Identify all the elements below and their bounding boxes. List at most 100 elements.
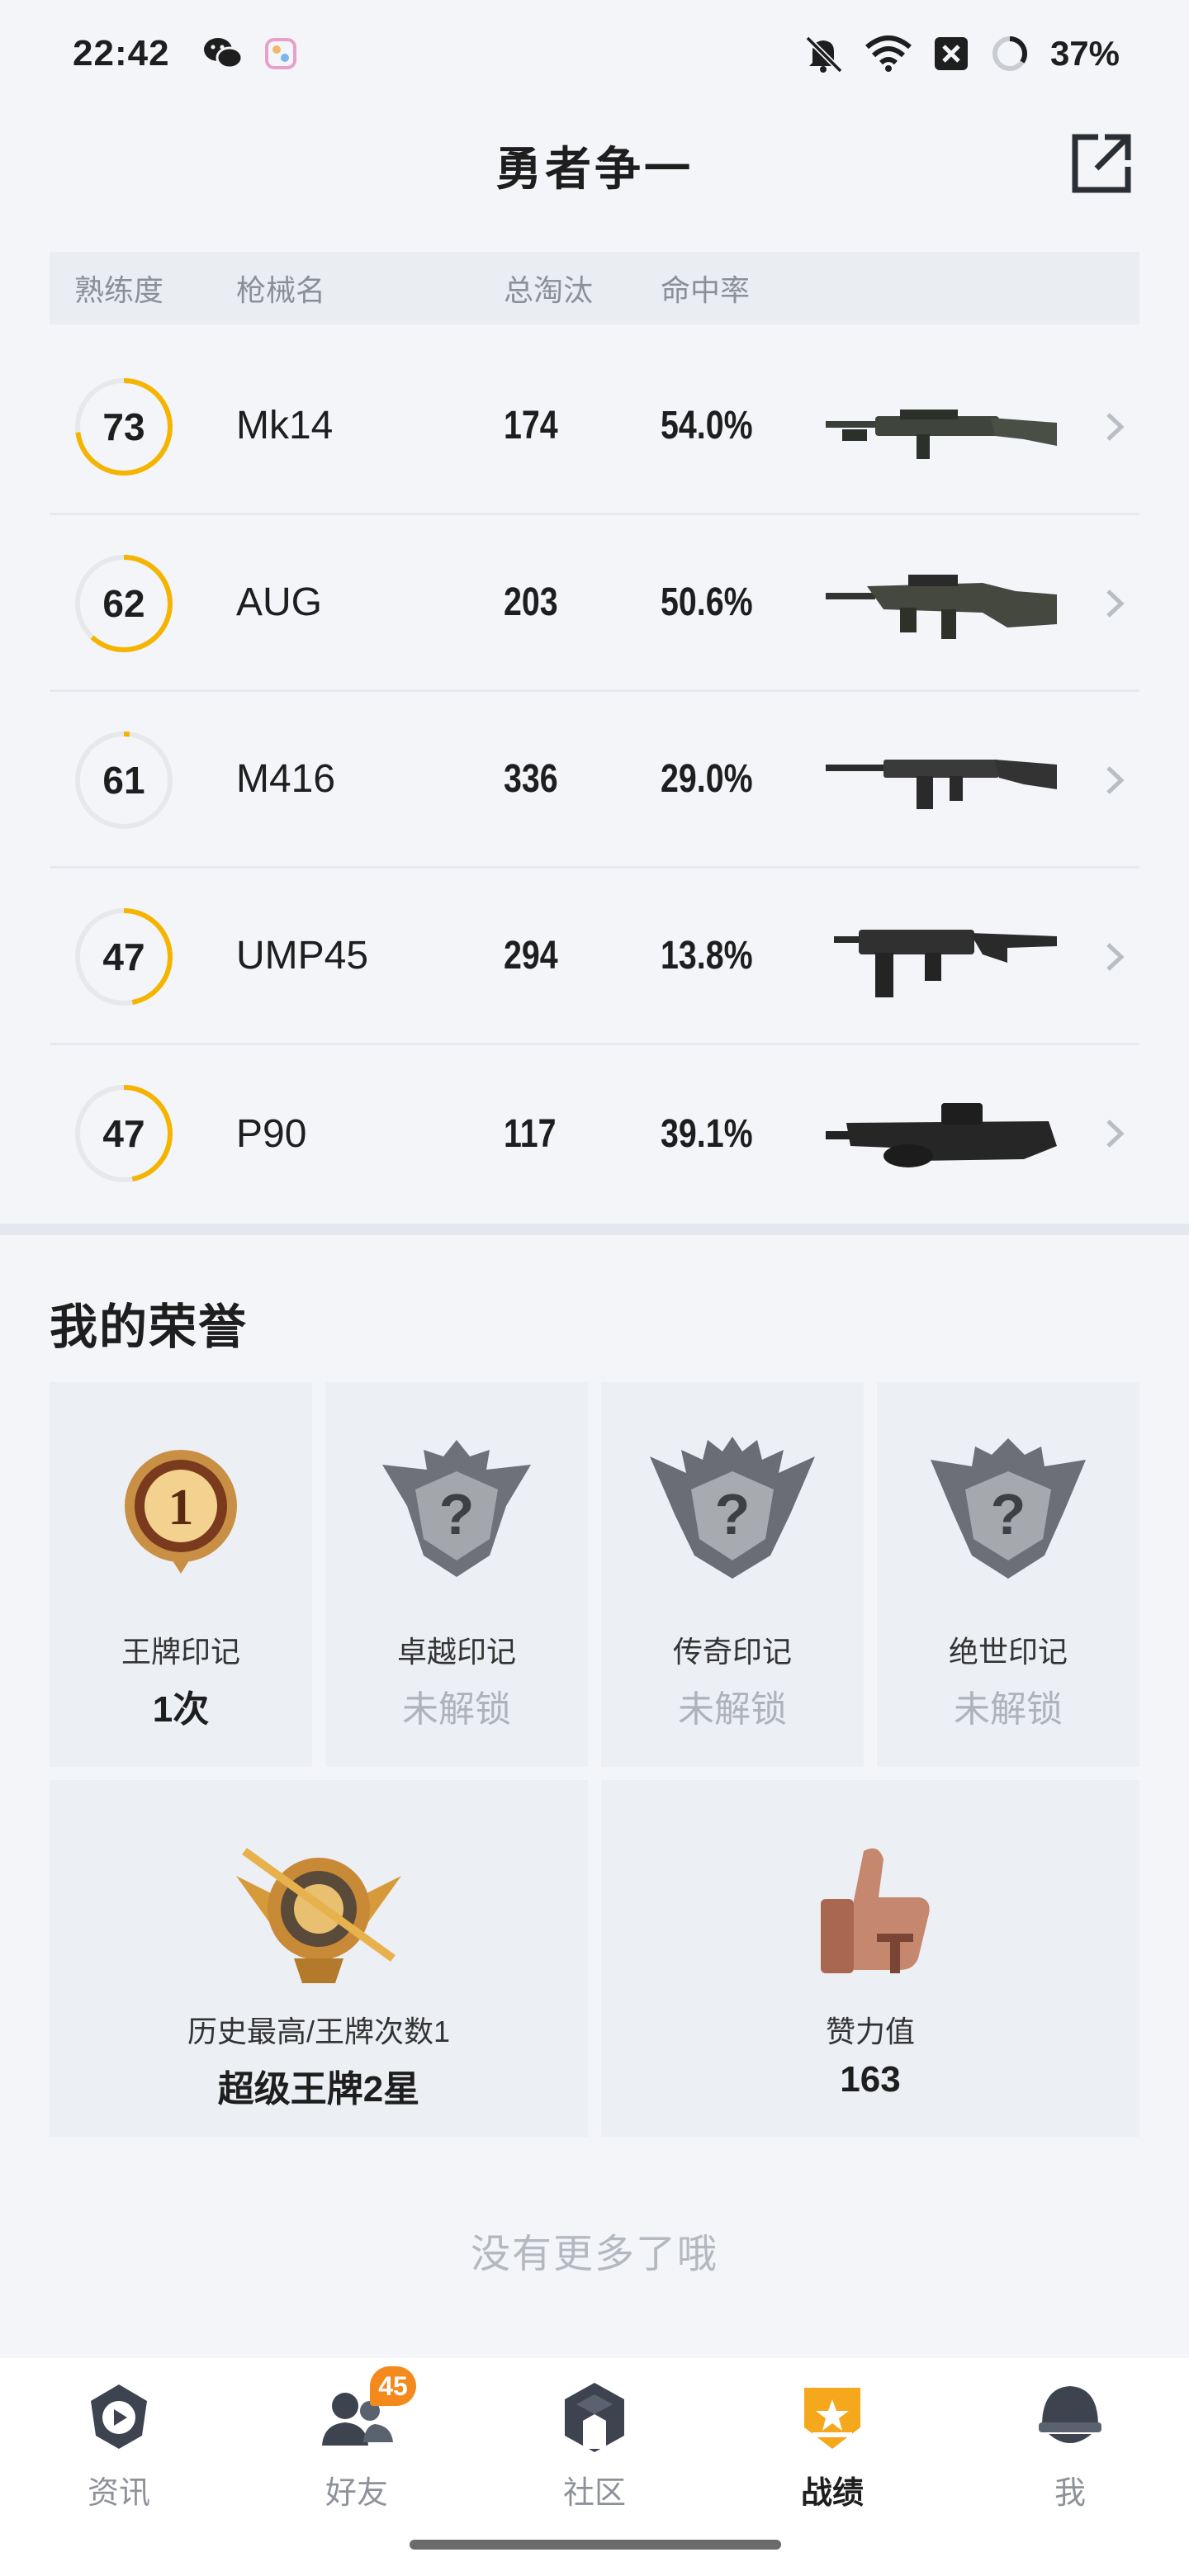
nav-label: 社区 bbox=[562, 2476, 626, 2511]
proficiency-value: 61 bbox=[102, 759, 145, 802]
weapon-list: 73 Mk14 174 54.0% 62 AUG 203 50.6% 61 M4… bbox=[50, 339, 1139, 1222]
honor-label: 传奇印记 bbox=[672, 1635, 792, 1669]
honor-card-peerless[interactable]: ? 绝世印记 未解锁 bbox=[877, 1382, 1139, 1767]
p90-smg-image bbox=[826, 1103, 1057, 1167]
honor-label: 绝世印记 bbox=[948, 1635, 1068, 1669]
weapon-name: Mk14 bbox=[236, 404, 334, 447]
weapon-row[interactable]: 47 UMP45 294 13.8% bbox=[50, 869, 1139, 1045]
kills-value: 174 bbox=[504, 404, 558, 447]
proficiency-value: 47 bbox=[102, 1112, 145, 1155]
nav-label: 资讯 bbox=[87, 2476, 150, 2511]
friends-notification-badge: 45 bbox=[370, 2366, 416, 2406]
stat-value: 163 bbox=[840, 2059, 901, 2100]
community-icon bbox=[565, 2383, 624, 2452]
svg-text:?: ? bbox=[715, 1482, 751, 1546]
chevron-right-icon bbox=[1106, 943, 1125, 971]
page-title: 勇者争一 bbox=[495, 143, 694, 195]
battery-ring-icon bbox=[992, 36, 1027, 71]
end-of-list-text: 没有更多了哦 bbox=[470, 2233, 718, 2276]
ump45-smg-image bbox=[834, 930, 1057, 997]
honor-label: 卓越印记 bbox=[396, 1635, 516, 1669]
aug-rifle-image bbox=[826, 575, 1057, 639]
honor-value: 未解锁 bbox=[954, 1689, 1063, 1730]
share-button[interactable] bbox=[1065, 127, 1138, 200]
nav-item-news[interactable]: 资讯 bbox=[0, 2358, 238, 2576]
chevron-right-icon bbox=[1106, 590, 1125, 618]
honor-card-legend[interactable]: ? 传奇印记 未解锁 bbox=[601, 1382, 864, 1767]
honor-stats-grid: 历史最高/王牌次数1 超级王牌2星 赞力值 163 bbox=[50, 1780, 1139, 2137]
proficiency-value: 62 bbox=[102, 582, 145, 625]
weapon-row[interactable]: 62 AUG 203 50.6% bbox=[50, 515, 1139, 692]
kills-value: 336 bbox=[504, 757, 558, 801]
status-time: 22:42 bbox=[73, 33, 170, 73]
mk14-rifle-image bbox=[826, 410, 1057, 459]
highest-rank-card[interactable]: 历史最高/王牌次数1 超级王牌2星 bbox=[50, 1780, 588, 2137]
stat-label: 历史最高/王牌次数1 bbox=[187, 2015, 451, 2048]
wifi-icon bbox=[865, 36, 912, 72]
nav-item-me[interactable]: 我 bbox=[951, 2358, 1189, 2576]
nav-label: 我 bbox=[1054, 2476, 1086, 2511]
share-external-icon bbox=[1072, 134, 1131, 193]
weapon-row[interactable]: 73 Mk14 174 54.0% bbox=[50, 339, 1139, 515]
battery-percent: 37% bbox=[1049, 34, 1120, 73]
weapon-name: P90 bbox=[236, 1111, 307, 1156]
header-accuracy: 命中率 bbox=[661, 273, 751, 307]
record-badge-icon bbox=[804, 2388, 860, 2449]
mute-icon bbox=[805, 36, 843, 73]
stat-value: 超级王牌2星 bbox=[217, 2069, 420, 2110]
honors-title: 我的荣誉 bbox=[50, 1300, 249, 1354]
news-icon bbox=[91, 2384, 147, 2449]
header-proficiency: 熟练度 bbox=[74, 273, 164, 307]
honor-value: 未解锁 bbox=[678, 1689, 787, 1730]
honor-value: 1次 bbox=[152, 1689, 210, 1730]
excellent-mark-locked-icon: ? bbox=[382, 1440, 531, 1577]
weapon-name: AUG bbox=[236, 580, 323, 624]
header: 勇者争一 bbox=[0, 107, 1189, 223]
chevron-right-icon bbox=[1106, 413, 1125, 441]
accuracy-value: 29.0% bbox=[661, 757, 753, 801]
proficiency-value: 73 bbox=[102, 405, 145, 448]
likes-card[interactable]: 赞力值 163 bbox=[601, 1780, 1139, 2137]
accuracy-value: 54.0% bbox=[661, 404, 753, 447]
accuracy-value: 13.8% bbox=[661, 934, 753, 978]
section-divider bbox=[0, 1224, 1189, 1235]
header-kills: 总淘汰 bbox=[504, 273, 594, 307]
legend-mark-locked-icon: ? bbox=[650, 1437, 815, 1579]
weapon-name: M416 bbox=[236, 757, 336, 801]
nav-label: 好友 bbox=[324, 2476, 388, 2511]
helmet-icon bbox=[1039, 2386, 1101, 2443]
nav-label: 战绩 bbox=[800, 2476, 864, 2511]
home-indicator[interactable] bbox=[410, 2540, 781, 2550]
ace-mark-badge-icon: 1 bbox=[125, 1450, 237, 1574]
svg-text:1: 1 bbox=[168, 1480, 194, 1536]
svg-text:?: ? bbox=[439, 1482, 475, 1546]
weapon-name: UMP45 bbox=[236, 934, 369, 978]
thumbs-up-icon bbox=[821, 1848, 930, 1973]
wechat-icon bbox=[203, 38, 243, 69]
chevron-right-icon bbox=[1106, 1120, 1125, 1148]
accuracy-value: 39.1% bbox=[661, 1111, 753, 1156]
kills-value: 294 bbox=[504, 934, 558, 978]
table-header: 熟练度 枪械名 总淘汰 命中率 bbox=[50, 252, 1139, 324]
m416-rifle-image bbox=[826, 760, 1057, 809]
status-bar: 22:42 37% bbox=[0, 0, 1189, 107]
chevron-right-icon bbox=[1106, 766, 1125, 794]
honor-label: 王牌印记 bbox=[121, 1635, 240, 1669]
svg-text:?: ? bbox=[991, 1482, 1026, 1546]
kills-value: 203 bbox=[504, 580, 558, 624]
accuracy-value: 50.6% bbox=[661, 580, 753, 624]
honor-value: 未解锁 bbox=[402, 1689, 511, 1730]
super-ace-rank-icon bbox=[236, 1847, 401, 1983]
header-weapon: 枪械名 bbox=[236, 273, 326, 307]
honor-badge-grid: 1 王牌印记 1次 ? 卓越印记 未解锁 ? 传奇印记 未解锁 ? 绝世印记 未… bbox=[50, 1382, 1139, 1767]
close-box-icon bbox=[934, 37, 968, 70]
kills-value: 117 bbox=[504, 1111, 557, 1156]
weapon-row[interactable]: 47 P90 117 39.1% bbox=[50, 1045, 1139, 1222]
stat-label: 赞力值 bbox=[825, 2015, 915, 2048]
app-icon bbox=[264, 38, 296, 69]
honor-card-excellent[interactable]: ? 卓越印记 未解锁 bbox=[325, 1382, 588, 1767]
weapon-row[interactable]: 61 M416 336 29.0% bbox=[50, 692, 1139, 869]
proficiency-value: 47 bbox=[102, 935, 145, 978]
honor-card-ace[interactable]: 1 王牌印记 1次 bbox=[50, 1382, 312, 1767]
peerless-mark-locked-icon: ? bbox=[931, 1438, 1086, 1579]
